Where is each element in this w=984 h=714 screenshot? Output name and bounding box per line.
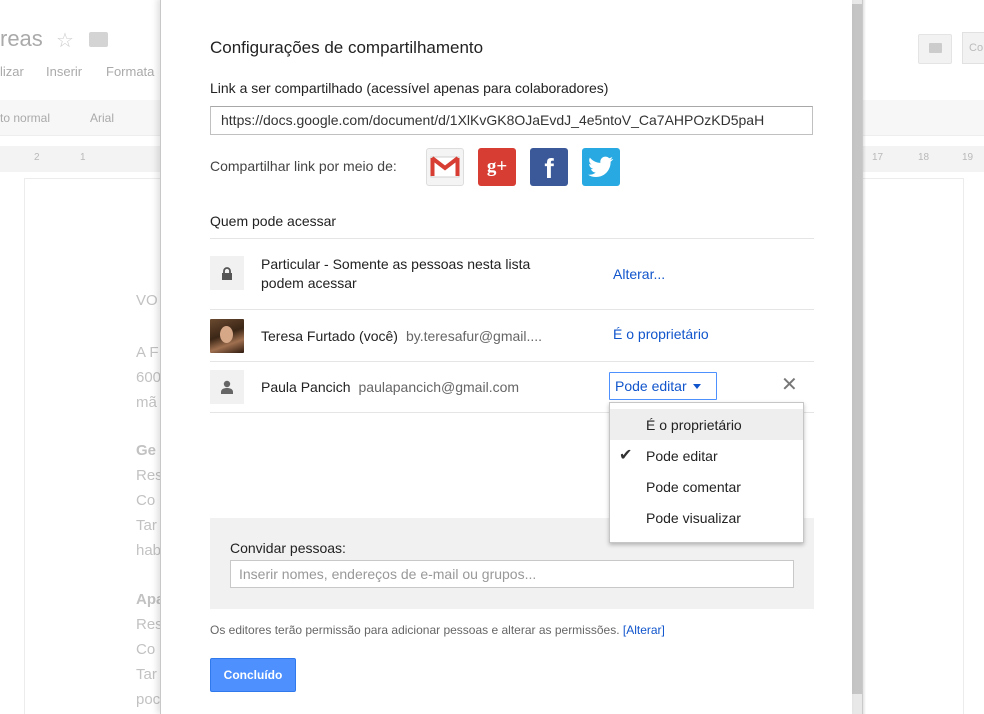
share-link-field[interactable]: https://docs.google.com/document/d/1XlKv… (210, 106, 813, 135)
change-visibility-link[interactable]: Alterar... (613, 266, 665, 282)
divider (210, 309, 814, 310)
google-plus-icon[interactable]: g+ (478, 148, 516, 186)
doc-text: Co (136, 641, 156, 658)
ruler-mark: 1 (80, 152, 86, 163)
doc-text: VO (136, 292, 158, 309)
change-permissions-link[interactable]: [Alterar] (623, 623, 665, 637)
dialog-shadow (862, 0, 866, 714)
menu-item: Inserir (46, 64, 83, 79)
person-icon (210, 370, 244, 404)
doc-text: Tar (136, 666, 157, 683)
invite-label: Convidar pessoas: (230, 540, 346, 556)
menu-item-can-comment[interactable]: Pode comentar (610, 471, 803, 502)
owner-row: Teresa Furtado (você) by.teresafur@gmail.… (261, 327, 542, 346)
visibility-line: podem acessar (261, 275, 357, 291)
permission-value: Pode editar (615, 378, 687, 394)
menu-item-label: Pode comentar (646, 479, 741, 495)
doc-text: Tar (136, 517, 157, 534)
owner-role: É o proprietário (613, 326, 709, 342)
share-button-faded: Co (962, 32, 984, 64)
divider (210, 238, 814, 239)
menu-item: lizar (0, 64, 24, 79)
ruler-mark: 19 (962, 152, 974, 163)
menu-item-can-edit[interactable]: ✔ Pode editar (610, 440, 803, 471)
ruler-mark: 18 (918, 152, 930, 163)
scrollbar-thumb[interactable] (852, 4, 862, 694)
menu-item-can-view[interactable]: Pode visualizar (610, 502, 803, 533)
collaborator-name: Paula Pancich (261, 379, 351, 395)
ruler-mark: 17 (872, 152, 884, 163)
note-text: Os editores terão permissão para adicion… (210, 623, 620, 637)
collaborator-email: paulapancich@gmail.com (358, 379, 520, 395)
doc-text: Res (136, 467, 163, 484)
checkmark-icon: ✔ (619, 447, 633, 464)
doc-text: Res (136, 616, 163, 633)
gmail-icon[interactable] (426, 148, 464, 186)
share-via-label: Compartilhar link por meio de: (210, 158, 397, 174)
style-select: to normal (0, 111, 51, 125)
link-label: Link a ser compartilhado (acessível apen… (210, 80, 609, 96)
menu-item-owner[interactable]: É o proprietário (610, 409, 803, 440)
editor-permission-note: Os editores terão permissão para adicion… (210, 623, 665, 637)
collaborator-row: Paula Pancich paulapancich@gmail.com (261, 378, 519, 397)
owner-email: by.teresafur@gmail.... (405, 328, 543, 344)
star-icon: ☆ (56, 30, 74, 52)
comments-icon (918, 34, 952, 64)
avatar (210, 319, 244, 353)
permission-menu: É o proprietário ✔ Pode editar Pode come… (609, 402, 804, 543)
doc-text: 600 (136, 369, 162, 386)
menu-item-label: Pode visualizar (646, 510, 741, 526)
twitter-icon[interactable] (582, 148, 620, 186)
doc-text: A F (136, 344, 159, 361)
menu-item: Formata (106, 64, 155, 79)
chevron-down-icon (692, 383, 701, 389)
owner-name: Teresa Furtado (você) (261, 328, 398, 344)
visibility-line: Particular - Somente as pessoas nesta li… (261, 256, 531, 272)
done-button[interactable]: Concluído (210, 658, 296, 692)
sharing-dialog: Configurações de compartilhamento Link a… (160, 0, 852, 714)
doc-text: Co (136, 492, 156, 509)
dialog-title: Configurações de compartilhamento (210, 38, 484, 57)
invite-people-input[interactable]: Inserir nomes, endereços de e-mail ou gr… (230, 560, 794, 588)
facebook-icon[interactable]: f (530, 148, 568, 186)
doc-text: mã (136, 394, 157, 411)
font-select: Arial (90, 111, 115, 125)
permission-dropdown[interactable]: Pode editar (609, 372, 717, 400)
folder-icon (89, 32, 108, 47)
who-has-access-label: Quem pode acessar (210, 213, 337, 229)
remove-collaborator-button[interactable]: ✕ (781, 375, 798, 395)
divider (210, 361, 814, 362)
visibility-description: Particular - Somente as pessoas nesta li… (261, 255, 530, 293)
lock-icon (210, 256, 244, 290)
menu-item-label: Pode editar (646, 448, 718, 464)
ruler-mark: 2 (34, 152, 40, 163)
doc-text: poc (136, 691, 161, 708)
doc-text: Ge (136, 442, 157, 459)
doc-text: hab (136, 542, 162, 559)
doc-title: reas (0, 26, 43, 51)
menu-item-label: É o proprietário (646, 417, 742, 433)
